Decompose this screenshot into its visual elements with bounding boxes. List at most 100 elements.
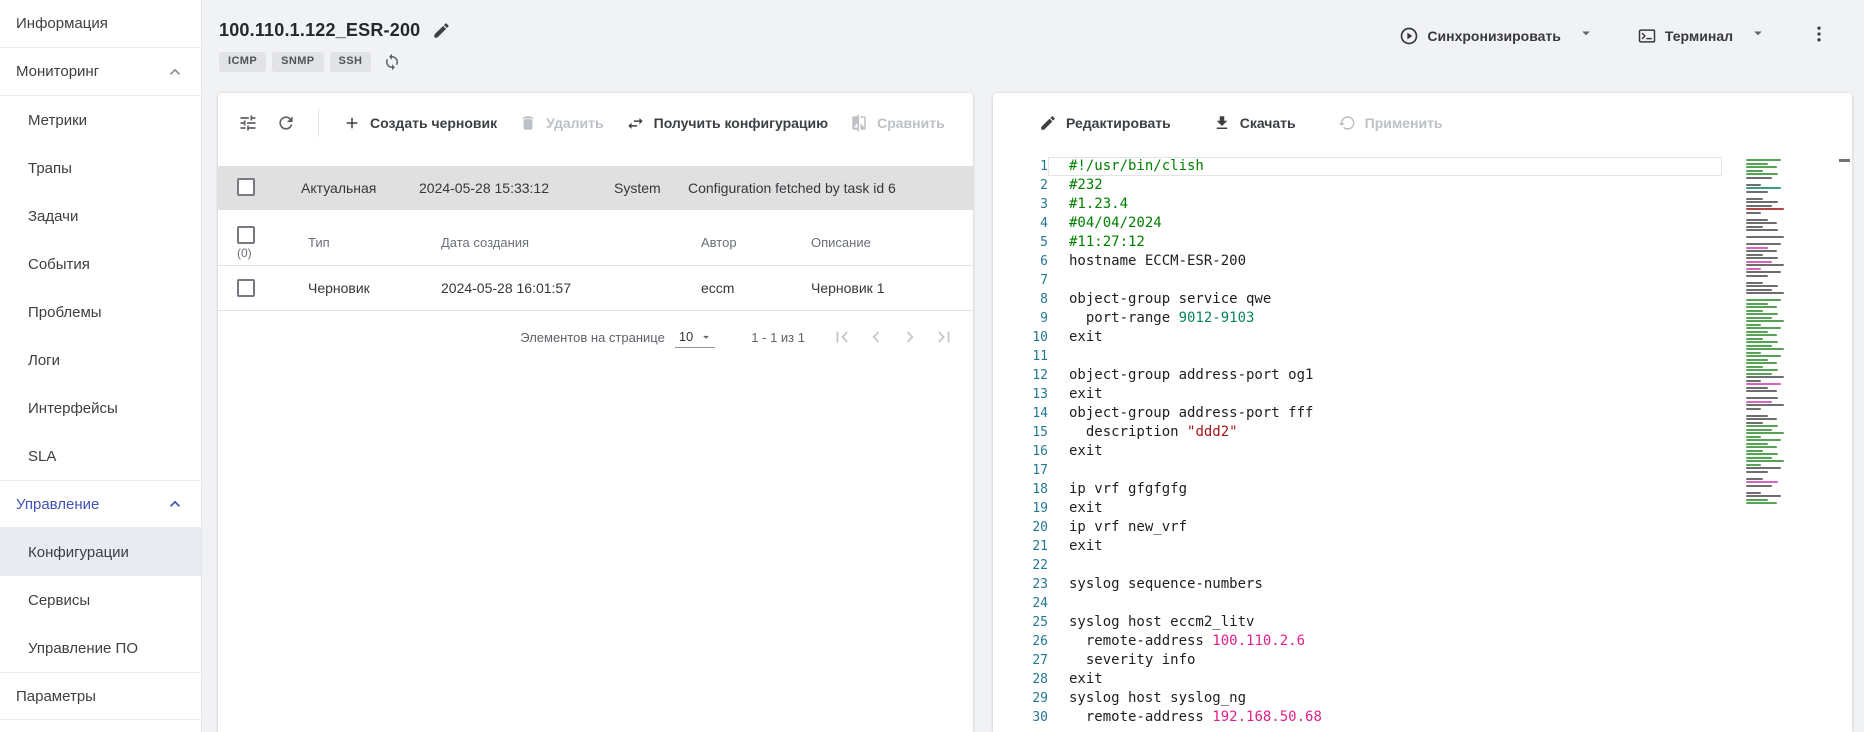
first-page-button[interactable] — [827, 322, 857, 352]
sidebar-item-label: Управление ПО — [28, 640, 138, 657]
sidebar-item-label: Конфигурации — [28, 544, 129, 561]
code-line[interactable]: 10exit — [993, 328, 1722, 347]
code-line[interactable]: 7 — [993, 271, 1722, 290]
current-config-type: Актуальная — [290, 180, 408, 196]
synchronize-button[interactable]: Синхронизировать — [1397, 22, 1562, 50]
config-editor[interactable]: 1#!/usr/bin/clish2#2323#1.23.44#04/04/20… — [993, 153, 1852, 732]
code-line[interactable]: 4#04/04/2024 — [993, 214, 1722, 233]
code-line[interactable]: 3#1.23.4 — [993, 195, 1722, 214]
sidebar-item-software[interactable]: Управление ПО — [0, 624, 201, 672]
page-title: 100.110.1.122_ESR-200 — [219, 20, 420, 41]
sidebar-item-services[interactable]: Сервисы — [0, 576, 201, 624]
code-line[interactable]: 19exit — [993, 499, 1722, 518]
code-line[interactable]: 1#!/usr/bin/clish — [993, 157, 1722, 176]
configurations-toolbar: Создать черновик Удалить Получить конфиг… — [218, 93, 973, 153]
code-line[interactable]: 22 — [993, 556, 1722, 575]
code-line[interactable]: 29syslog host syslog_ng — [993, 689, 1722, 708]
synchronize-dropdown-button[interactable] — [1575, 22, 1597, 44]
terminal-icon — [1637, 26, 1657, 46]
delete-draft-button[interactable]: Удалить — [511, 108, 611, 138]
code-line[interactable]: 30 remote-address 192.168.50.68 — [993, 708, 1722, 727]
sidebar-item-traps[interactable]: Трапы — [0, 144, 201, 192]
code-line[interactable]: 12object-group address-port og1 — [993, 366, 1722, 385]
configuration-editor-panel: Редактировать Скачать Применить 1#!/usr/… — [993, 93, 1852, 732]
filter-button[interactable] — [232, 107, 264, 139]
sidebar-item-management[interactable]: Управление — [0, 480, 201, 528]
download-config-button[interactable]: Скачать — [1205, 108, 1304, 138]
page-size-select[interactable]: 10 — [675, 327, 715, 348]
edit-config-button[interactable]: Редактировать — [1031, 108, 1179, 138]
code-line[interactable]: 9 port-range 9012-9103 — [993, 309, 1722, 328]
code-lines[interactable]: 1#!/usr/bin/clish2#2323#1.23.44#04/04/20… — [993, 157, 1722, 727]
column-created: Дата создания — [423, 235, 683, 250]
terminal-button[interactable]: Терминал — [1635, 22, 1735, 50]
minimap[interactable] — [1746, 159, 1802, 504]
more-menu-button[interactable] — [1807, 22, 1831, 46]
code-line[interactable]: 28exit — [993, 670, 1722, 689]
create-draft-button[interactable]: Создать черновик — [335, 108, 505, 138]
code-line[interactable]: 16exit — [993, 442, 1722, 461]
sidebar-item-label: Управление — [16, 496, 99, 513]
code-line[interactable]: 24 — [993, 594, 1722, 613]
swap-horizontal-icon — [626, 114, 645, 133]
code-line[interactable]: 2#232 — [993, 176, 1722, 195]
protocol-badges: ICMP SNMP SSH — [219, 51, 453, 73]
sidebar-item-logs[interactable]: Логи — [0, 336, 201, 384]
current-config-checkbox[interactable] — [237, 178, 255, 196]
code-line[interactable]: 23syslog sequence-numbers — [993, 575, 1722, 594]
apply-config-button[interactable]: Применить — [1330, 108, 1451, 138]
sidebar-item-metrics[interactable]: Метрики — [0, 96, 201, 144]
code-line[interactable]: 13exit — [993, 385, 1722, 404]
chevron-left-icon — [865, 326, 887, 348]
scrollbar-thumb[interactable] — [1839, 159, 1850, 162]
compare-button[interactable]: Сравнить — [842, 108, 953, 138]
next-page-button[interactable] — [895, 322, 925, 352]
download-icon — [1213, 114, 1231, 132]
terminal-label: Терминал — [1665, 28, 1733, 44]
code-line[interactable]: 26 remote-address 100.110.2.6 — [993, 632, 1722, 651]
code-line[interactable]: 17 — [993, 461, 1722, 480]
last-page-button[interactable] — [929, 322, 959, 352]
previous-page-button[interactable] — [861, 322, 891, 352]
fetch-configuration-button[interactable]: Получить конфигурацию — [618, 108, 836, 139]
plus-icon — [343, 114, 361, 132]
code-line[interactable]: 14object-group address-port fff — [993, 404, 1722, 423]
code-line[interactable]: 27 severity info — [993, 651, 1722, 670]
config-row-draft-1[interactable]: Черновик 2024-05-28 16:01:57 eccm Чернов… — [218, 266, 973, 311]
row-checkbox[interactable] — [237, 279, 255, 297]
select-all-checkbox[interactable] — [237, 226, 255, 244]
sidebar-item-monitoring[interactable]: Мониторинг — [0, 48, 201, 96]
sidebar-item-label: Логи — [28, 352, 60, 369]
tune-icon — [238, 113, 258, 133]
code-line[interactable]: 5#11:27:12 — [993, 233, 1722, 252]
editor-scrollbar[interactable] — [1838, 153, 1852, 732]
page-range: 1 - 1 из 1 — [751, 330, 805, 345]
row-description: Черновик 1 — [793, 280, 957, 296]
rename-device-button[interactable] — [430, 19, 453, 42]
sidebar-item-info[interactable]: Информация — [0, 0, 201, 48]
history-icon — [1338, 114, 1356, 132]
toolbar-divider — [318, 109, 319, 137]
sidebar-item-sla[interactable]: SLA — [0, 432, 201, 480]
sidebar-item-events[interactable]: События — [0, 240, 201, 288]
sidebar-item-interfaces[interactable]: Интерфейсы — [0, 384, 201, 432]
sidebar-item-tasks[interactable]: Задачи — [0, 192, 201, 240]
current-configuration-row[interactable]: Актуальная 2024-05-28 15:33:12 System Co… — [218, 166, 973, 210]
sidebar-item-problems[interactable]: Проблемы — [0, 288, 201, 336]
sidebar-item-parameters[interactable]: Параметры — [0, 672, 201, 720]
code-line[interactable]: 18ip vrf gfgfgfg — [993, 480, 1722, 499]
protocol-badge-snmp: SNMP — [272, 52, 323, 71]
refresh-availability-button[interactable] — [381, 51, 403, 73]
code-line[interactable]: 11 — [993, 347, 1722, 366]
trash-icon — [519, 114, 537, 132]
sync-icon — [383, 53, 401, 71]
code-line[interactable]: 15 description "ddd2" — [993, 423, 1722, 442]
code-line[interactable]: 20ip vrf new_vrf — [993, 518, 1722, 537]
code-line[interactable]: 25syslog host eccm2_litv — [993, 613, 1722, 632]
refresh-list-button[interactable] — [270, 107, 302, 139]
code-line[interactable]: 8object-group service qwe — [993, 290, 1722, 309]
terminal-dropdown-button[interactable] — [1747, 22, 1769, 44]
code-line[interactable]: 21exit — [993, 537, 1722, 556]
code-line[interactable]: 6hostname ECCM-ESR-200 — [993, 252, 1722, 271]
sidebar-item-configurations[interactable]: Конфигурации — [0, 528, 201, 576]
